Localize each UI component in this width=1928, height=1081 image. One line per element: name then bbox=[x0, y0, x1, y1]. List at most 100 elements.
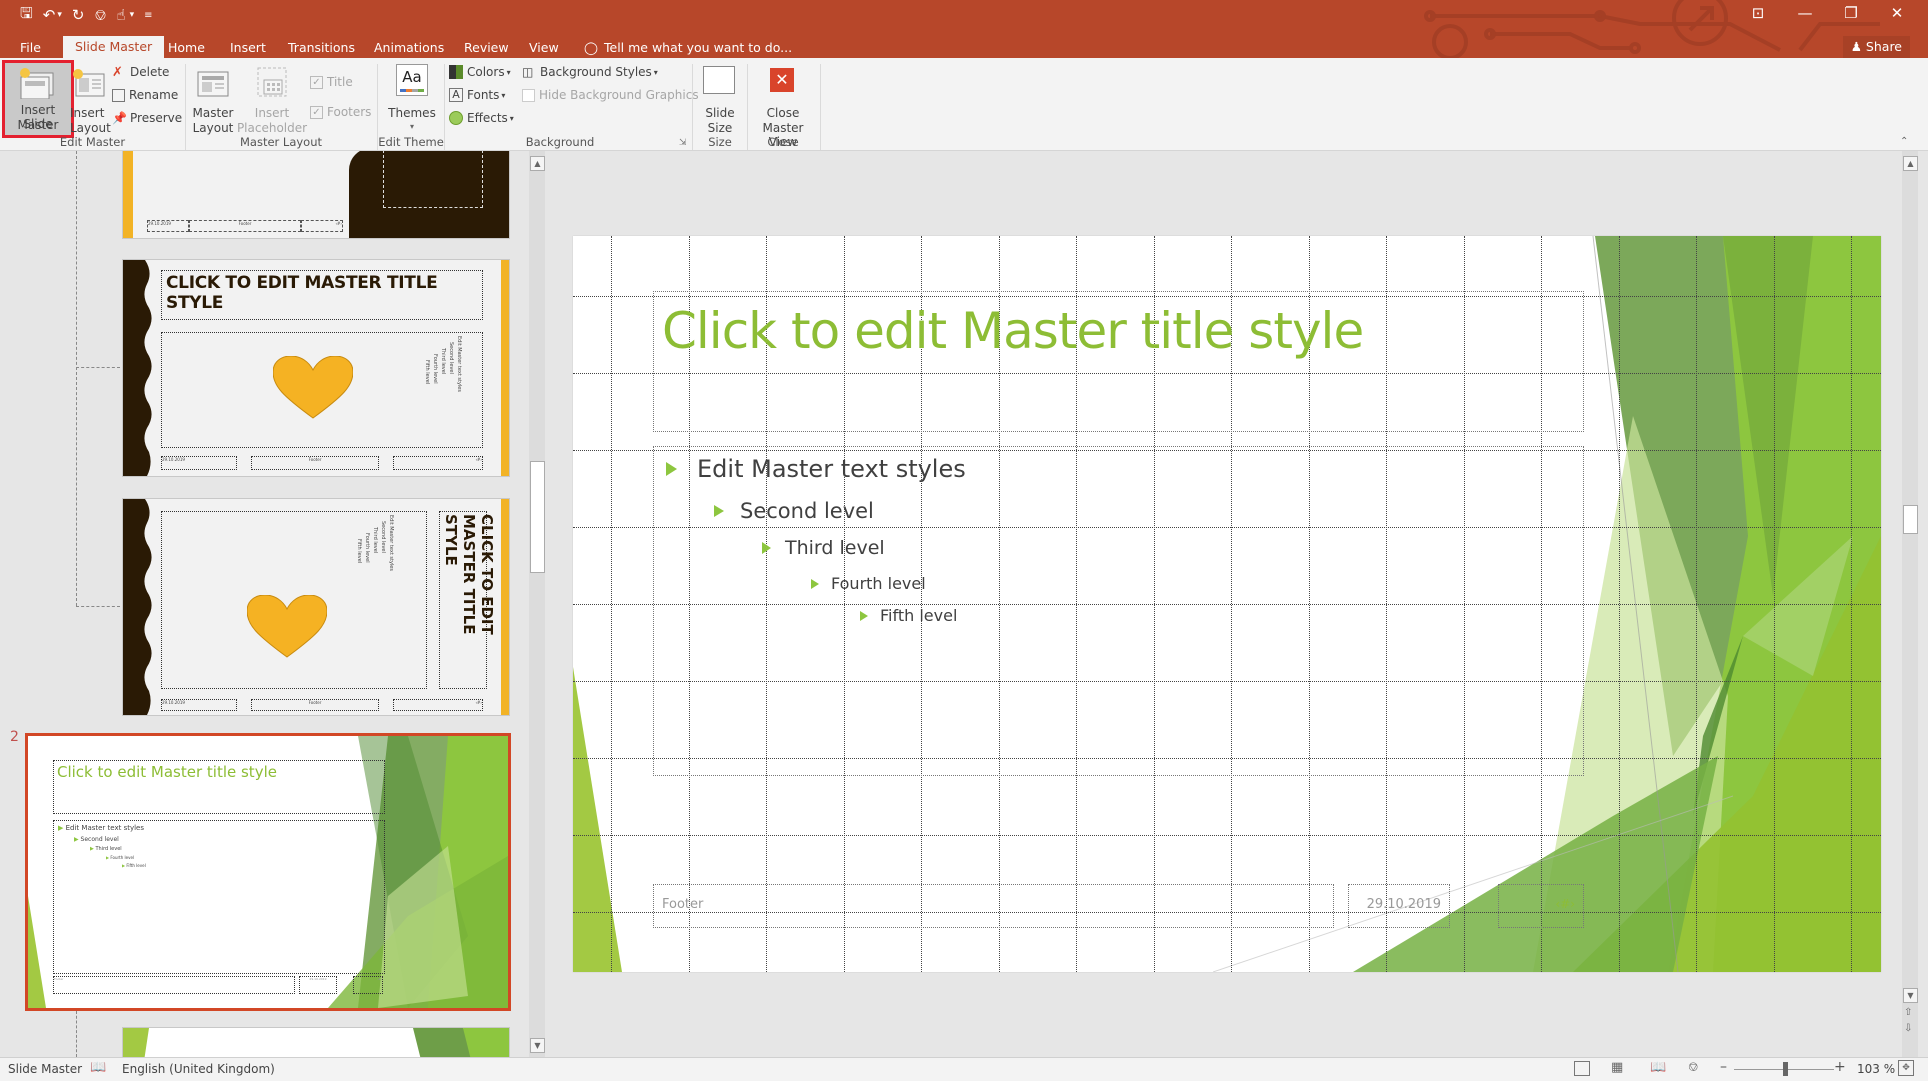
text-level-3[interactable]: Third level bbox=[762, 537, 885, 559]
tab-slide-master[interactable]: Slide Master bbox=[63, 36, 165, 58]
zoom-level-label[interactable]: 103 % bbox=[1857, 1062, 1895, 1076]
slide-thumbnail-layout[interactable]: CLICK TO EDIT MASTER TITLE STYLE Edit Ma… bbox=[122, 259, 510, 477]
text-level-2[interactable]: Second level bbox=[714, 499, 874, 523]
minimize-icon: — bbox=[1797, 4, 1813, 22]
title-placeholder: CLICK TO EDIT MASTER TITLE STYLE bbox=[161, 270, 483, 320]
text-level-1[interactable]: Edit Master text styles bbox=[666, 455, 966, 483]
footer-placeholder[interactable]: Footer bbox=[653, 884, 1334, 928]
tab-insert[interactable]: Insert bbox=[230, 38, 266, 58]
slide-thumbnail-layout[interactable]: CLICK TO EDIT MASTER TITLE STYLE Edit Ma… bbox=[122, 498, 510, 716]
insert-placeholder-label2: Placeholder bbox=[236, 121, 308, 135]
present-icon[interactable]: ⎊ bbox=[94, 6, 106, 24]
content-placeholder[interactable]: Edit Master text styles Second level Thi… bbox=[653, 446, 1584, 776]
next-slide-button[interactable]: ⇩ bbox=[1904, 1023, 1912, 1034]
ribbon-display-options-button[interactable]: ⊡ bbox=[1735, 4, 1781, 22]
title-checkbox[interactable]: ✓ Title bbox=[310, 72, 353, 92]
zoom-slider-thumb[interactable] bbox=[1782, 1062, 1788, 1076]
preserve-button[interactable]: 📌 Preserve bbox=[112, 108, 182, 128]
themes-label: Themes bbox=[388, 106, 436, 120]
slide-thumbnail-layout[interactable] bbox=[122, 1027, 510, 1057]
effects-icon bbox=[449, 111, 463, 125]
hide-background-graphics-checkbox[interactable]: Hide Background Graphics bbox=[522, 85, 699, 105]
text-level-4[interactable]: Fourth level bbox=[811, 574, 926, 593]
close-window-button[interactable]: ✕ bbox=[1874, 4, 1920, 22]
reading-view-icon[interactable]: 📖 bbox=[1650, 1060, 1666, 1075]
insert-placeholder-button[interactable]: Insert Placeholder bbox=[236, 62, 308, 135]
language-label[interactable]: English (United Kingdom) bbox=[122, 1062, 275, 1076]
share-button[interactable]: ♟ Share bbox=[1842, 36, 1910, 58]
tab-review[interactable]: Review bbox=[464, 38, 509, 58]
slide-show-icon[interactable]: ⎊ bbox=[1688, 1060, 1698, 1075]
slide-thumbnail-layout[interactable]: 29.10.2019 Footer ‹#› bbox=[122, 151, 510, 239]
footer-placeholder: Footer bbox=[53, 976, 295, 994]
normal-view-icon[interactable] bbox=[1574, 1061, 1590, 1076]
editor-vertical-scrollbar[interactable]: ▲ ▼ ⇧ ⇩ bbox=[1902, 151, 1918, 1057]
scroll-up-button[interactable]: ▲ bbox=[1903, 156, 1918, 171]
delete-label: Delete bbox=[130, 65, 170, 79]
slide-thumbnail-master-selected[interactable]: Click to edit Master title style ▶ Edit … bbox=[25, 733, 511, 1011]
thumbnail-scrollbar[interactable]: ▲ ▼ bbox=[529, 151, 545, 1057]
close-icon: ✕ bbox=[1890, 4, 1904, 22]
slide-number-placeholder[interactable]: ‹#› bbox=[1498, 884, 1584, 928]
scroll-down-button[interactable]: ▼ bbox=[530, 1038, 545, 1053]
insert-slide-master-button[interactable]: Insert Slide Master bbox=[2, 60, 74, 138]
scrollbar-thumb[interactable] bbox=[1903, 505, 1918, 534]
rename-button[interactable]: Rename bbox=[112, 85, 178, 105]
effects-dropdown[interactable]: Effects ▾ bbox=[449, 108, 514, 128]
color-palette-icon bbox=[449, 65, 463, 79]
checkbox-checked-icon: ✓ bbox=[310, 75, 323, 89]
touch-mode-icon[interactable]: ☝ bbox=[116, 6, 125, 24]
tree-connector bbox=[76, 1011, 77, 1057]
slide-number-text: ‹#› bbox=[1555, 897, 1575, 911]
customize-qat-icon[interactable]: ≡ bbox=[144, 10, 152, 21]
date-placeholder[interactable]: 29.10.2019 bbox=[1348, 884, 1450, 928]
tab-view[interactable]: View bbox=[529, 38, 559, 58]
undo-dropdown-icon[interactable]: ▾ bbox=[57, 10, 62, 20]
tab-transitions[interactable]: Transitions bbox=[288, 38, 355, 58]
restore-button[interactable]: ❐ bbox=[1828, 4, 1874, 22]
ribbon-separator bbox=[820, 64, 821, 150]
green-shapes-decoration bbox=[123, 1028, 509, 1057]
text-level-5[interactable]: Fifth level bbox=[860, 606, 957, 625]
scroll-down-button[interactable]: ▼ bbox=[1903, 988, 1918, 1003]
previous-slide-button[interactable]: ⇧ bbox=[1904, 1007, 1912, 1018]
close-master-view-button[interactable]: ✕ Close Master View bbox=[750, 62, 816, 149]
tab-animations[interactable]: Animations bbox=[374, 38, 444, 58]
touch-dropdown-icon[interactable]: ▾ bbox=[130, 10, 135, 20]
fonts-dropdown[interactable]: A Fonts ▾ bbox=[449, 85, 505, 105]
slide-size-button[interactable]: Slide Size bbox=[697, 62, 743, 135]
background-styles-dropdown[interactable]: ◫ Background Styles ▾ bbox=[522, 62, 658, 82]
themes-button[interactable]: Aa Themes ▾ bbox=[382, 62, 442, 134]
tell-me-box[interactable]: ◯ Tell me what you want to do... bbox=[584, 38, 792, 58]
undo-icon[interactable]: ↶ bbox=[43, 6, 56, 24]
slide-master-canvas[interactable]: Click to edit Master title style Edit Ma… bbox=[573, 236, 1881, 972]
rename-label: Rename bbox=[129, 88, 179, 102]
footers-checkbox[interactable]: ✓ Footers bbox=[310, 102, 371, 122]
title-placeholder[interactable]: Click to edit Master title style bbox=[653, 291, 1584, 432]
scrollbar-thumb[interactable] bbox=[530, 461, 545, 573]
delete-icon: ✗ bbox=[112, 65, 123, 80]
zoom-in-button[interactable]: + bbox=[1834, 1059, 1846, 1075]
spell-check-icon[interactable]: 📖 bbox=[90, 1060, 106, 1075]
colors-dropdown[interactable]: Colors ▾ bbox=[449, 62, 511, 82]
placeholder-outline bbox=[383, 151, 483, 208]
dialog-launcher-icon[interactable]: ⇲ bbox=[679, 138, 687, 148]
collapse-ribbon-icon[interactable]: ⌃ bbox=[1900, 136, 1908, 147]
tree-connector bbox=[76, 606, 120, 607]
master-layout-button[interactable]: Master Layout bbox=[190, 62, 236, 135]
checkbox-unchecked-icon bbox=[522, 88, 535, 102]
insert-layout-button[interactable]: Insert Layout bbox=[70, 62, 111, 135]
fit-to-window-icon[interactable]: ✥ bbox=[1898, 1060, 1914, 1076]
slide-sorter-icon[interactable]: ▦ bbox=[1611, 1060, 1623, 1075]
close-group-label: Close bbox=[767, 135, 799, 149]
scroll-up-button[interactable]: ▲ bbox=[530, 156, 545, 171]
redo-icon[interactable]: ↻ bbox=[72, 6, 85, 24]
zoom-out-button[interactable]: – bbox=[1720, 1059, 1727, 1075]
tab-home[interactable]: Home bbox=[168, 38, 205, 58]
save-icon[interactable]: 🖫 bbox=[20, 3, 33, 28]
minimize-button[interactable]: — bbox=[1782, 4, 1828, 22]
delete-button[interactable]: ✗ Delete bbox=[112, 62, 169, 82]
slide-title[interactable]: Click to edit Master title style bbox=[662, 302, 1364, 360]
tab-file[interactable]: File bbox=[20, 38, 41, 58]
heart-shape bbox=[273, 356, 353, 419]
